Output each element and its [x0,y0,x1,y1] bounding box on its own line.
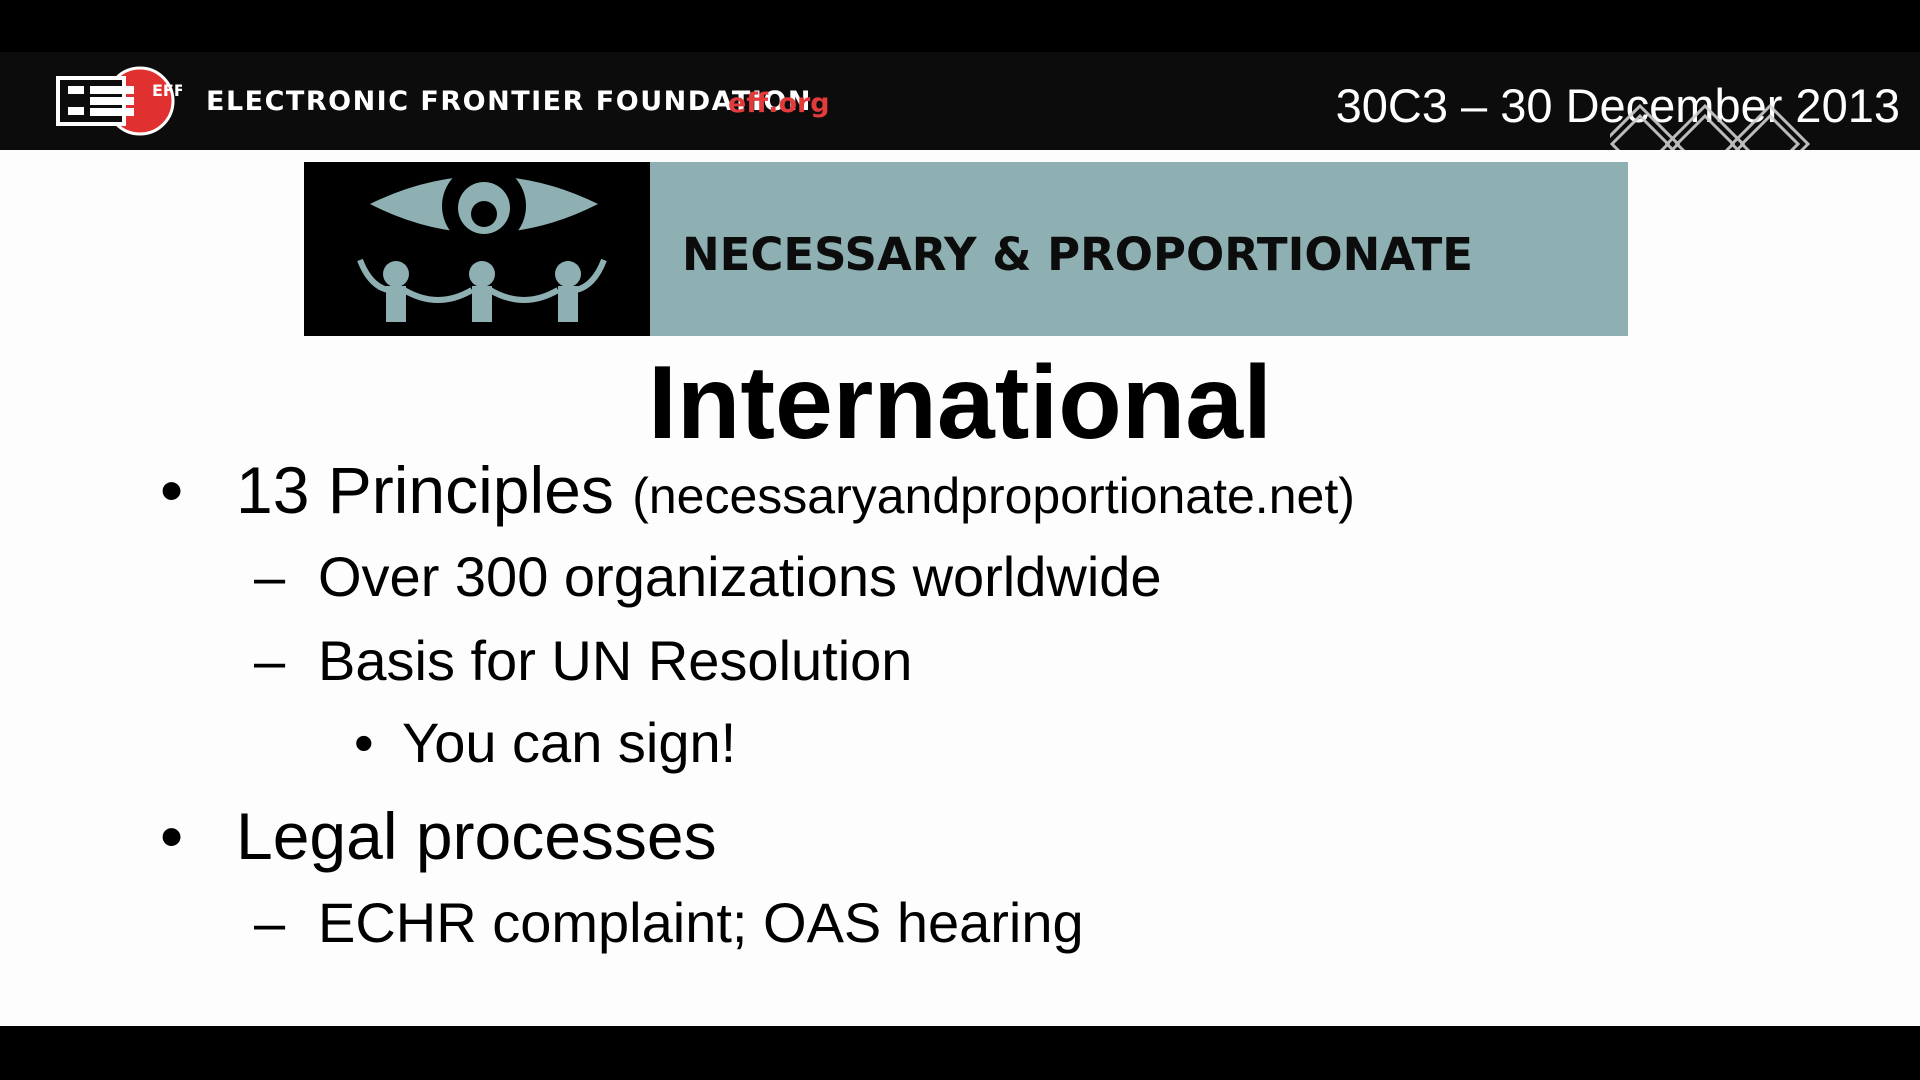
slide: NECESSARY & PROPORTIONATE International … [0,150,1920,1026]
bullet-text: Over 300 organizations worldwide [318,545,1162,608]
bottom-letterbox [0,1026,1920,1080]
bullet-echr: – ECHR complaint; OAS hearing [254,890,1084,955]
bullet-legal: • Legal processes [160,798,717,874]
bullet-text: Legal processes [236,799,717,873]
org-url-link[interactable]: eff.org [728,88,830,119]
org-name: ELECTRONIC FRONTIER FOUNDATION [206,86,812,117]
svg-text:EFF: EFF [152,81,182,100]
bullet-text: You can sign! [402,711,737,774]
bullet-marker: • [160,453,184,527]
dash-marker: – [254,629,286,692]
bullet-organizations: – Over 300 organizations worldwide [254,544,1162,609]
principles-url: (necessaryandproportionate.net) [632,468,1355,524]
bullet-sign: • You can sign! [354,710,736,775]
dash-marker: – [254,545,286,608]
bullet-un-resolution: – Basis for UN Resolution [254,628,912,693]
bullet-text: ECHR complaint; OAS hearing [318,891,1084,954]
bullet-text: 13 Principles [236,453,614,527]
banner: NECESSARY & PROPORTIONATE [304,162,1628,336]
banner-title: NECESSARY & PROPORTIONATE [682,228,1474,281]
bullet-principles: • 13 Principles (necessaryandproportionat… [160,452,1355,528]
eye-with-people-icon [304,162,650,336]
bullet-marker: • [160,799,184,873]
dash-marker: – [254,891,286,954]
bullet-text: Basis for UN Resolution [318,629,913,692]
slide-title: International [647,345,1273,461]
eff-logo-icon: EFF [56,66,182,136]
header-bar: EFF ELECTRONIC FRONTIER FOUNDATION eff.o… [0,52,1920,185]
bullet-marker: • [354,711,374,774]
